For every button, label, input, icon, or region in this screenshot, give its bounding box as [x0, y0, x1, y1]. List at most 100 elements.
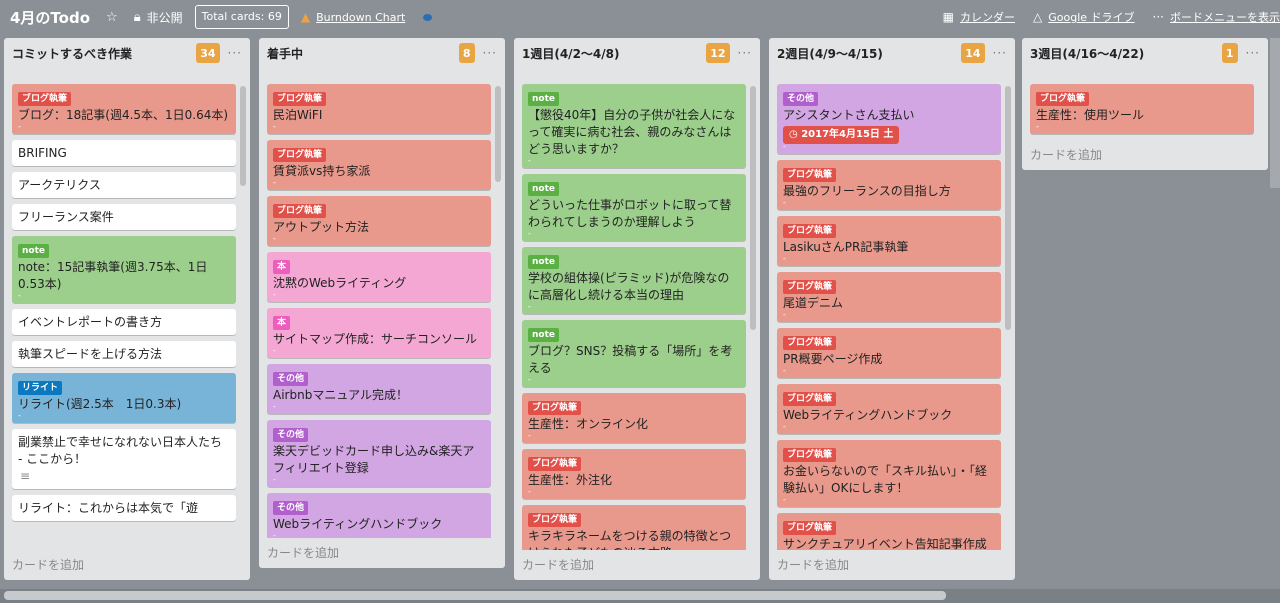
list-scrollbar[interactable] [495, 86, 501, 182]
card-count-badge: 8 [458, 43, 475, 63]
card[interactable]: ブログ執筆 生産性：使用ツール - [1030, 84, 1254, 134]
card-label: ブログ執筆 [273, 204, 327, 218]
card[interactable]: ブログ執筆 アウトプット方法 - [267, 196, 491, 246]
card-title: ブログ：18記事(週4.5本、1日0.64本) [18, 108, 229, 122]
card[interactable]: その他 アシスタントさん支払い ◷ 2017年4月15日 土- [777, 84, 1001, 154]
list-column: コミットするべき作業 34 ··· ブログ執筆 ブログ：18記事(週4.5本、1日0.6… [4, 38, 250, 580]
visibility-label[interactable]: 非公開 [147, 9, 183, 26]
card-label: ブログ執筆 [1036, 92, 1090, 106]
card[interactable]: ブログ執筆 PR概要ページ作成 - [777, 328, 1001, 378]
board-header: 4月のTodo ☆ 🔒︎ 非公開 Total cards: 69 ▲ Burnd… [0, 0, 1280, 34]
card-title: 沈黙のWebライティング [273, 276, 407, 290]
list-title[interactable]: コミットするべき作業 [12, 45, 196, 62]
add-card-button[interactable]: カードを追加 [267, 544, 339, 561]
calendar-button[interactable]: ▦ カレンダー [943, 9, 1015, 25]
add-card-button[interactable]: カードを追加 [12, 556, 84, 573]
card[interactable]: 本サイトマップ作成：サーチコンソール - [267, 308, 491, 358]
list-menu-icon[interactable]: ··· [228, 46, 242, 60]
card-title: イベントレポートの書き方 [18, 315, 163, 329]
card-title: 【懲役40年】自分の子供が社会人になって確実に病む社会、親のみなさんはどう思いま… [528, 108, 736, 156]
add-card-button[interactable]: カードを追加 [777, 556, 849, 573]
card[interactable]: note 学校の組体操(ピラミッド)が危険なのに高層化し続ける本当の理由 - [522, 247, 746, 314]
card[interactable]: ブログ執筆サンクチュアリイベント告知記事作成- [777, 513, 1001, 550]
card-label: ブログ執筆 [783, 392, 837, 406]
card[interactable]: リライト：これからは本気で「遊 [12, 495, 236, 521]
card[interactable]: イベントレポートの書き方 [12, 309, 236, 335]
add-card-button[interactable]: カードを追加 [522, 556, 594, 573]
card-title: 最強のフリーランスの目指し方 [783, 184, 951, 198]
card[interactable]: その他 楽天デビッドカード申し込み&楽天アフィリエイト登録 - [267, 420, 491, 487]
card[interactable]: note 【懲役40年】自分の子供が社会人になって確実に病む社会、親のみなさんはど… [522, 84, 746, 168]
card-label: ブログ執筆 [783, 168, 837, 182]
list-menu-icon[interactable]: ··· [1246, 46, 1260, 60]
card[interactable]: ブログ執筆 LasikuさんPR記事執筆 - [777, 216, 1001, 266]
list-title[interactable]: 2週目(4/9〜4/15) [777, 45, 961, 62]
list-header: コミットするべき作業 34 ··· [4, 38, 250, 68]
card-marker-icon: - [18, 291, 21, 300]
card[interactable]: ブログ執筆 最強のフリーランスの目指し方 - [777, 160, 1001, 210]
card[interactable]: note ブログ？SNS？投稿する「場所」を考える - [522, 320, 746, 387]
card[interactable]: BRIFING [12, 140, 236, 166]
card[interactable]: ブログ執筆キラキラネームをつける親の特徴とつけられた子どもの辿る末路- [522, 505, 746, 550]
add-card-button[interactable]: カードを追加 [1030, 146, 1102, 163]
card-list: ブログ執筆 民泊WiFI - ブログ執筆 賃貸派vs持ち家派 - ブログ執筆 アウトプット方法… [259, 84, 505, 538]
board-menu-button[interactable]: ··· ボードメニューを表示 [1153, 9, 1280, 25]
list-title[interactable]: 1週目(4/2〜4/8) [522, 45, 706, 62]
list-menu-icon[interactable]: ··· [993, 46, 1007, 60]
card[interactable]: ブログ執筆 生産性：外注化 - [522, 449, 746, 499]
card[interactable]: ブログ執筆 Webライティングハンドブック - [777, 384, 1001, 434]
card[interactable]: その他 Webライティングハンドブック - [267, 493, 491, 538]
list-title[interactable]: 着手中 [267, 45, 459, 62]
list-column: 3週目(4/16〜4/22) 1 ··· ブログ執筆 生産性：使用ツール - カードを追加 [1022, 38, 1268, 170]
calendar-label: カレンダー [960, 11, 1016, 24]
card-label: ブログ執筆 [273, 92, 327, 106]
card-marker-icon: - [783, 254, 786, 263]
horizontal-scrollbar[interactable] [4, 591, 946, 600]
card[interactable]: ブログ執筆 賃貸派vs持ち家派 - [267, 140, 491, 190]
card[interactable]: 副業禁止で幸せになれない日本人たち - ここから！ ≡ [12, 429, 236, 489]
card-label: ブログ執筆 [783, 280, 837, 294]
card[interactable]: フリーランス案件 [12, 204, 236, 230]
card-label: その他 [273, 428, 309, 442]
list-menu-icon[interactable]: ··· [483, 46, 497, 60]
list-header: 3週目(4/16〜4/22) 1 ··· [1022, 38, 1268, 68]
card[interactable]: ブログ執筆 民泊WiFI - [267, 84, 491, 134]
card-title: 賃貸派vs持ち家派 [273, 164, 371, 178]
card[interactable]: ブログ執筆 生産性：オンライン化 - [522, 393, 746, 443]
star-icon[interactable]: ☆ [106, 10, 118, 25]
card[interactable]: ブログ執筆 ブログ：18記事(週4.5本、1日0.64本) - [12, 84, 236, 134]
card-marker-icon: - [273, 290, 276, 299]
list-scrollbar[interactable] [1005, 86, 1011, 330]
lock-icon[interactable]: 🔒︎ [134, 10, 141, 25]
list-title[interactable]: 3週目(4/16〜4/22) [1030, 45, 1222, 62]
card-marker-icon: - [528, 302, 531, 311]
card[interactable]: 本沈黙のWebライティング - [267, 252, 491, 302]
card[interactable]: 執筆スピードを上げる方法 [12, 341, 236, 367]
card[interactable]: ブログ執筆 お金いらないので「スキル払い」・「経験払い」OKにします！ - [777, 440, 1001, 507]
card-count-badge: 34 [196, 43, 220, 63]
card-marker-icon: - [273, 178, 276, 187]
card[interactable]: note どういった仕事がロボットに取って替わられてしまうのか理解しよう - [522, 174, 746, 241]
burndown-chart-link[interactable]: Burndown Chart [316, 11, 405, 24]
card[interactable]: リライト リライト(週2.5本 1日0.3本) - [12, 373, 236, 423]
card-title: どういった仕事がロボットに取って替わられてしまうのか理解しよう [528, 198, 732, 229]
card[interactable]: note note：15記事執筆(週3.75本、1日0.53本) - [12, 236, 236, 303]
card[interactable]: ブログ執筆 尾道デニム - [777, 272, 1001, 322]
card-marker-icon: - [273, 122, 276, 131]
list-menu-icon[interactable]: ··· [738, 46, 752, 60]
google-drive-button[interactable]: △ Google ドライブ [1033, 9, 1135, 25]
card-list: ブログ執筆 ブログ：18記事(週4.5本、1日0.64本) - BRIFING アークテ… [4, 84, 250, 550]
list-scrollbar[interactable] [750, 86, 756, 330]
card[interactable]: アークテリクス [12, 172, 236, 198]
card-marker-icon: - [528, 229, 531, 238]
fire-icon: ▲ [300, 10, 311, 24]
total-cards-badge[interactable]: Total cards: 69 [194, 5, 289, 29]
card-title: リライト：これからは本気で「遊 [18, 501, 199, 515]
list-scrollbar[interactable] [240, 86, 246, 186]
board-title[interactable]: 4月のTodo [10, 7, 90, 28]
card-count-badge: 12 [706, 43, 730, 63]
card-label: その他 [273, 372, 309, 386]
card-marker-icon: - [273, 402, 276, 411]
card-title: 尾道デニム [783, 296, 844, 310]
card[interactable]: その他 Airbnbマニュアル完成！ - [267, 364, 491, 414]
